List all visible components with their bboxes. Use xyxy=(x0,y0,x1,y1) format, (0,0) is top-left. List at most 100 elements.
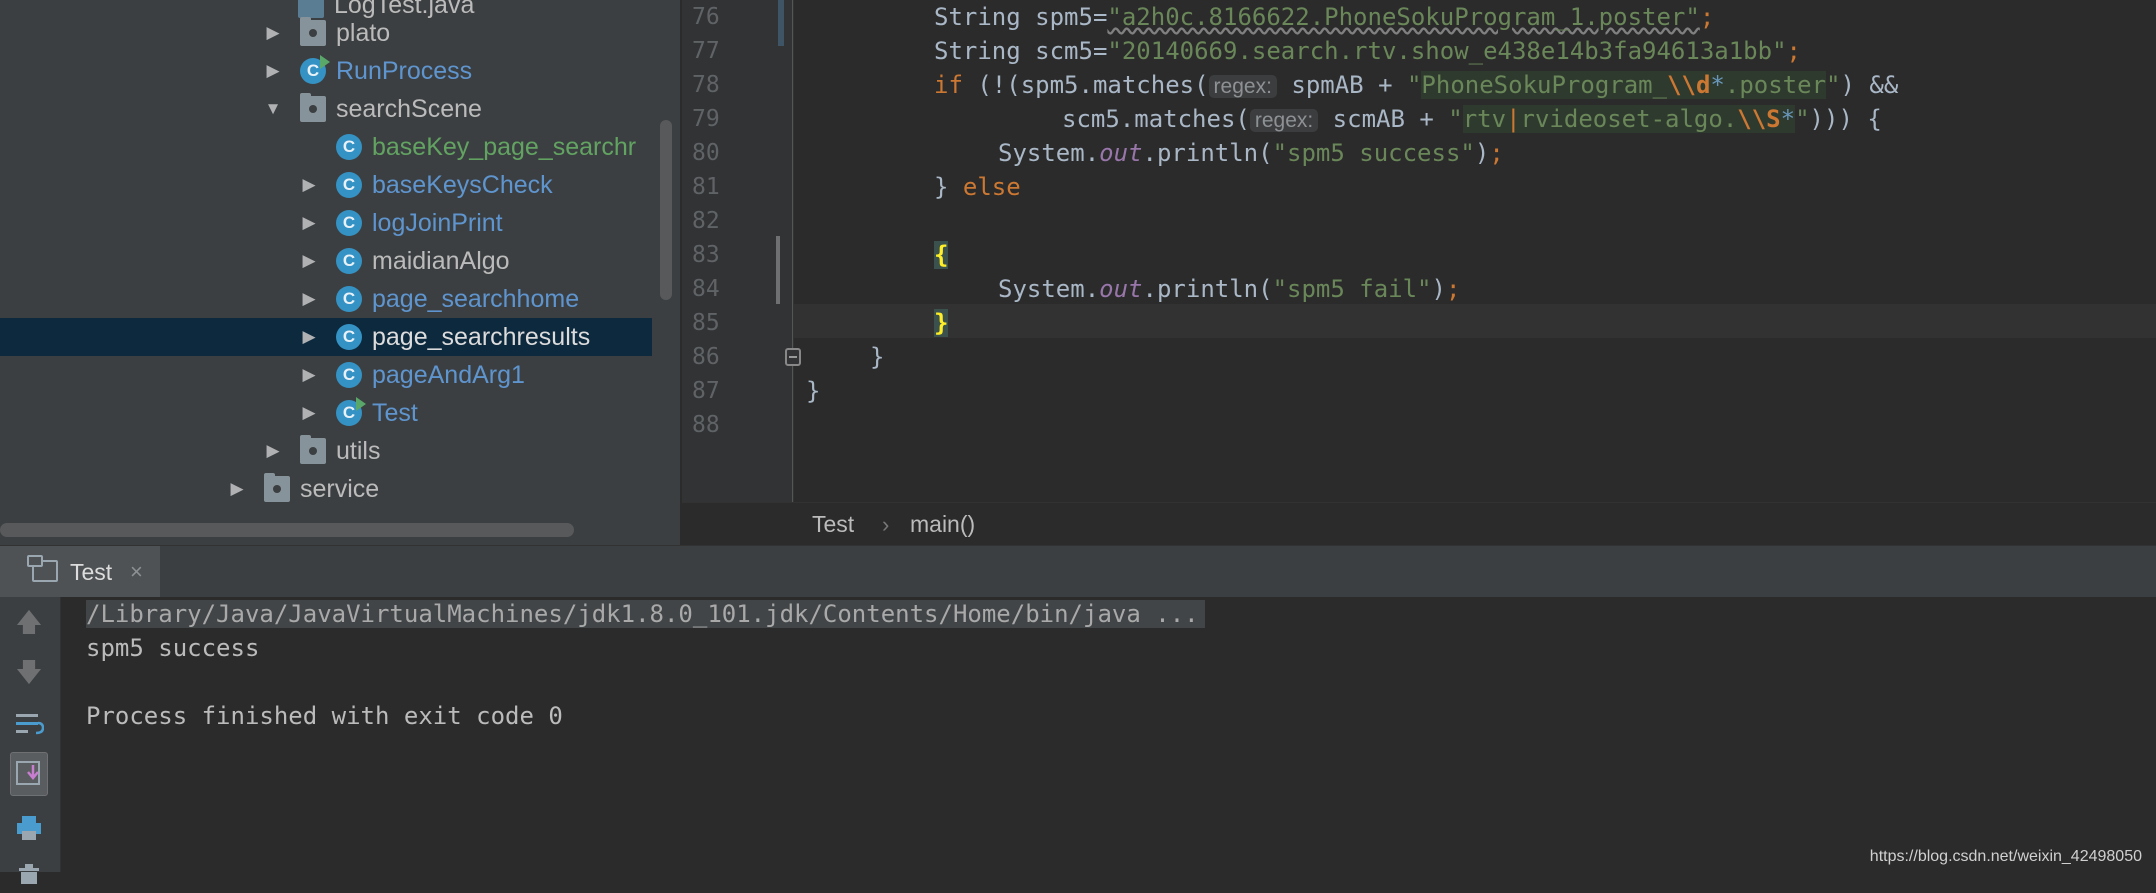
static-field-token: out xyxy=(1099,139,1143,167)
tab-run-test[interactable]: Test × xyxy=(0,546,160,598)
identifier-token: spm5= xyxy=(1035,3,1108,31)
soft-wrap-glyph xyxy=(16,714,44,735)
expand-arrow-icon[interactable]: ▶ xyxy=(262,14,284,52)
expand-arrow-icon[interactable]: ▶ xyxy=(298,280,320,318)
class-icon: C xyxy=(336,286,362,312)
code-line-84[interactable]: System.out.println("spm5 fail"); xyxy=(806,272,1460,306)
expand-arrow-icon[interactable]: ▶ xyxy=(298,394,320,432)
code-line-78[interactable]: if (!(spm5.matches(regex: spmAB + "Phone… xyxy=(806,68,1898,102)
expand-arrow-icon[interactable]: ▶ xyxy=(298,242,320,280)
code-line-76[interactable]: String spm5="a2h0c.8166622.PhoneSokuProg… xyxy=(806,0,1714,34)
project-tree: LogTest.java ▶ plato ▶ C RunProcess ▼ se… xyxy=(0,0,680,545)
package-icon xyxy=(300,435,326,464)
code-token: spmAB + xyxy=(1276,71,1407,99)
collapse-arrow-icon[interactable]: ▼ xyxy=(262,90,284,128)
code-line-79[interactable]: scm5.matches(regex: scmAB + "rtv|rvideos… xyxy=(806,102,1882,136)
console-output[interactable]: /Library/Java/JavaVirtualMachines/jdk1.8… xyxy=(61,597,2156,872)
identifier-token: scm5= xyxy=(1035,37,1108,65)
tree-item-logjoinprint[interactable]: ▶ C logJoinPrint xyxy=(0,204,652,242)
tree-item-pageandarg1[interactable]: ▶ C pageAndArg1 xyxy=(0,356,652,394)
fold-marker-icon[interactable] xyxy=(785,348,801,366)
expand-arrow-icon[interactable]: ▶ xyxy=(298,166,320,204)
matched-brace: { xyxy=(934,241,949,269)
string-quote: " xyxy=(1826,71,1841,99)
tree-item-maidianalgo[interactable]: ▶ C maidianAlgo xyxy=(0,242,652,280)
trash-icon[interactable] xyxy=(10,855,48,893)
expand-arrow-icon[interactable]: ▶ xyxy=(226,470,248,508)
expand-arrow-icon[interactable]: ▶ xyxy=(298,204,320,242)
line-number: 86 xyxy=(692,344,720,370)
line-number: 76 xyxy=(692,4,720,30)
code-line-83[interactable]: { xyxy=(806,238,949,272)
tree-item-page-searchhome[interactable]: ▶ C page_searchhome xyxy=(0,280,652,318)
line-number: 79 xyxy=(692,106,720,132)
run-toolbar: 🡅 🡇 xyxy=(0,597,61,884)
tree-vertical-scrollbar[interactable] xyxy=(660,120,672,300)
code-line-77[interactable]: String scm5="20140669.search.rtv.show_e4… xyxy=(806,34,1801,68)
class-icon: C xyxy=(336,248,362,274)
runnable-mark-icon xyxy=(356,397,366,411)
code-line-80[interactable]: System.out.println("spm5 success"); xyxy=(806,136,1504,170)
type-token: String xyxy=(934,37,1036,65)
tree-item-test[interactable]: ▶ C Test xyxy=(0,394,652,432)
tree-item-basekey-page-searchr[interactable]: C baseKey_page_searchr xyxy=(0,128,652,166)
code-token: .println( xyxy=(1142,139,1273,167)
type-token: String xyxy=(934,3,1036,31)
string-literal: "spm5 success" xyxy=(1272,139,1475,167)
tree-item-service[interactable]: ▶ service xyxy=(0,470,652,508)
expand-arrow-icon[interactable]: ▶ xyxy=(298,356,320,394)
expand-arrow-icon[interactable]: ▶ xyxy=(262,52,284,90)
breadcrumb-separator: › xyxy=(882,512,890,537)
console-command-line[interactable]: /Library/Java/JavaVirtualMachines/jdk1.8… xyxy=(86,600,1205,628)
close-icon[interactable]: × xyxy=(130,546,143,598)
line-number: 78 xyxy=(692,72,720,98)
arrow-down-icon[interactable]: 🡇 xyxy=(10,657,48,695)
regex-literal: rtv xyxy=(1462,105,1507,133)
code-line-87[interactable]: } xyxy=(806,374,820,408)
tree-item-utils[interactable]: ▶ utils xyxy=(0,432,652,470)
run-console-icon xyxy=(27,555,58,582)
scroll-to-end-icon[interactable] xyxy=(10,752,48,796)
tree-item-page-searchresults[interactable]: ▶ C page_searchresults xyxy=(0,318,652,356)
code-token: System. xyxy=(998,139,1100,167)
vcs-change-marker[interactable] xyxy=(778,0,784,46)
brace-token: } xyxy=(806,377,821,405)
tree-item-basekeyscheck[interactable]: ▶ C baseKeysCheck xyxy=(0,166,652,204)
code-token: .println( xyxy=(1142,275,1273,303)
code-editor[interactable]: 76 77 78 79 80 81 82 83 84 85 86 87 88 S… xyxy=(682,0,2156,502)
tree-item-runprocess[interactable]: ▶ C RunProcess xyxy=(0,52,652,90)
string-quote: " xyxy=(1406,71,1422,99)
tree-item-plato[interactable]: ▶ plato xyxy=(0,14,652,52)
console-line[interactable]: /Library/Java/JavaVirtualMachines/jdk1.8… xyxy=(86,597,1205,631)
code-token: ) && xyxy=(1840,71,1899,99)
arrow-up-icon[interactable]: 🡅 xyxy=(10,607,48,645)
soft-wrap-icon[interactable] xyxy=(10,705,48,743)
regex-literal: PhoneSokuProgram_ xyxy=(1421,71,1668,99)
expand-arrow-icon[interactable]: ▶ xyxy=(262,432,284,470)
class-icon: C xyxy=(300,55,330,84)
semicolon: ; xyxy=(1445,275,1461,303)
breadcrumb-item-class[interactable]: Test xyxy=(812,503,854,546)
regex-quantifier: * xyxy=(1780,105,1796,133)
expand-arrow-icon[interactable]: ▶ xyxy=(298,318,320,356)
class-icon: C xyxy=(336,210,362,236)
tree-horizontal-scrollbar[interactable] xyxy=(0,523,574,537)
code-token: ) xyxy=(1431,275,1446,303)
print-icon[interactable] xyxy=(10,809,48,847)
print-glyph xyxy=(17,816,41,840)
code-line-85[interactable]: } xyxy=(806,306,949,340)
string-literal: "spm5 fail" xyxy=(1272,275,1432,303)
tree-item-searchscene[interactable]: ▼ searchScene xyxy=(0,90,652,128)
breadcrumb-item-method[interactable]: main() xyxy=(910,503,975,546)
code-line-86[interactable]: } xyxy=(806,340,884,374)
keyword-token: if xyxy=(934,71,963,99)
code-line-81[interactable]: } else xyxy=(806,170,1021,204)
watermark: https://blog.csdn.net/weixin_42498050 xyxy=(1869,848,2142,865)
semicolon: ; xyxy=(1699,3,1715,31)
brace-token: } xyxy=(934,173,963,201)
vcs-change-marker[interactable] xyxy=(776,236,780,304)
brace-token: } xyxy=(870,343,885,371)
line-number: 80 xyxy=(692,140,720,166)
class-icon: C xyxy=(336,134,362,160)
code-token: scmAB + xyxy=(1318,105,1449,133)
